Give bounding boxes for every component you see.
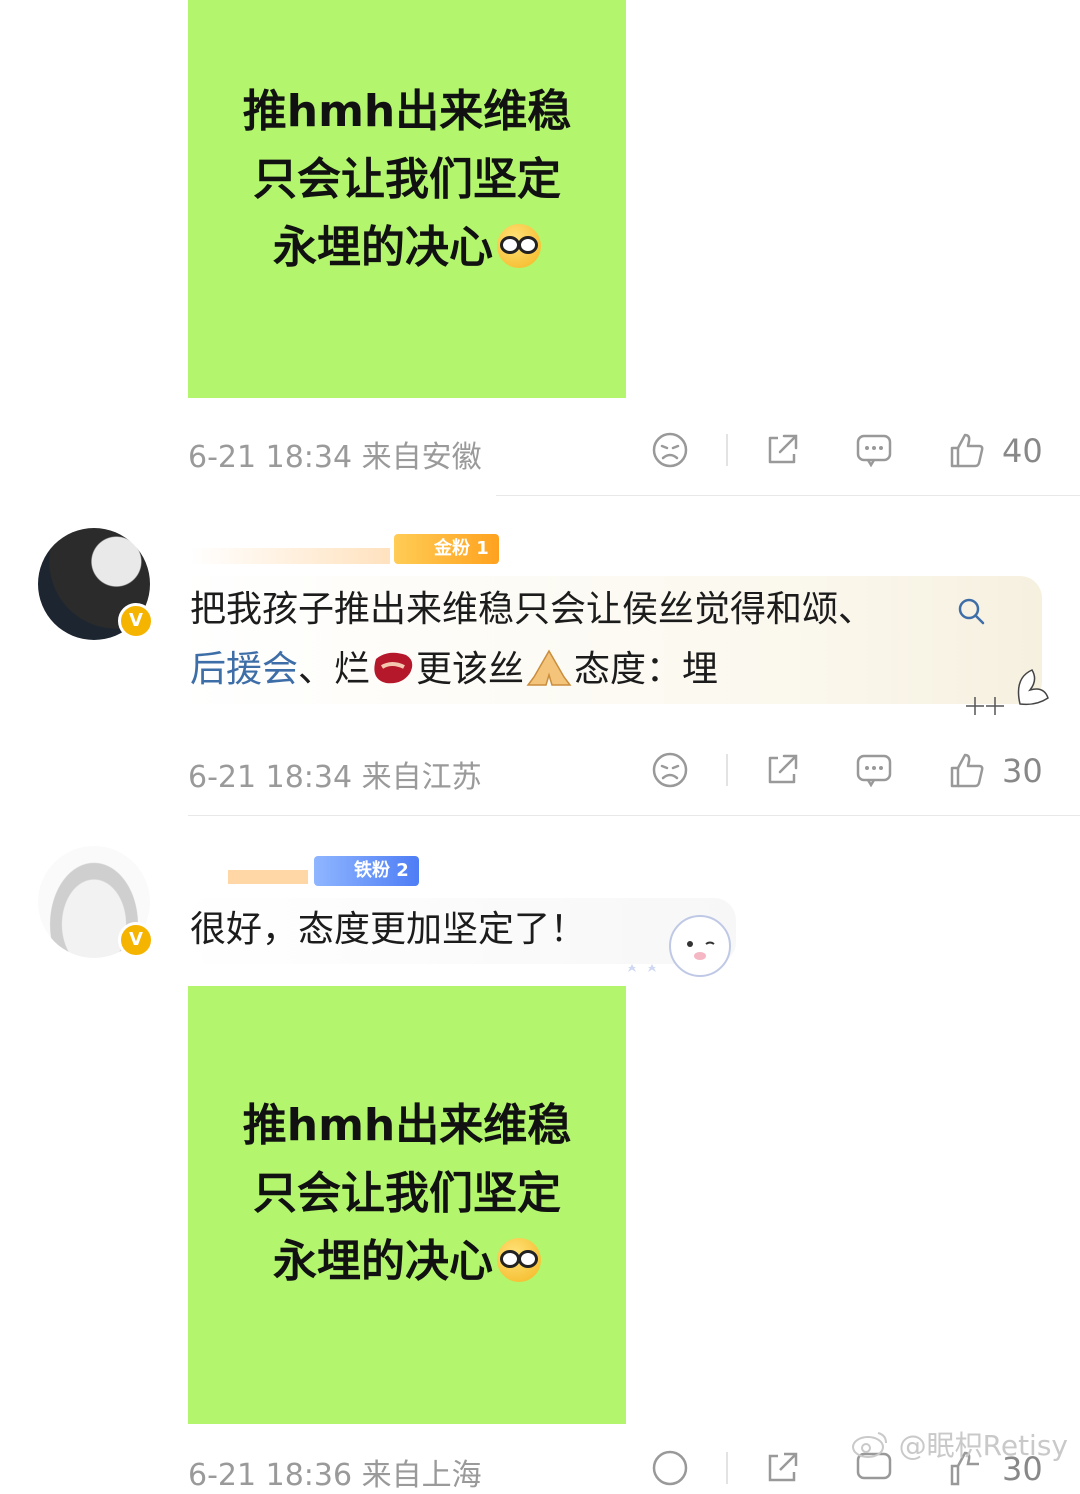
like-thumb-icon[interactable]: [946, 430, 986, 470]
weibo-watermark: @眠枳Retisy: [850, 1424, 1068, 1464]
fan-level-badge: 铁粉 2: [314, 856, 419, 886]
comment-icon[interactable]: [854, 750, 894, 790]
dislike-face-icon[interactable]: [650, 430, 690, 470]
comment-text: 把我孩子推出来维稳只会让侯丝觉得和颂、: [190, 589, 875, 630]
search-icon[interactable]: [956, 596, 986, 626]
comment-icon[interactable]: [854, 430, 894, 470]
verified-badge-icon: V: [118, 603, 154, 639]
username-partial[interactable]: [228, 870, 308, 884]
comment-bubble: 把我孩子推出来维稳只会让侯丝觉得和颂、 后援会、烂 更该丝 态度：埋: [176, 576, 1042, 704]
nerd-face-emoji-icon: [497, 224, 541, 268]
verified-badge-icon: V: [118, 922, 154, 958]
username-partial[interactable]: [190, 548, 390, 564]
post-image[interactable]: 推hmh出来维稳 只会让我们坚定 永埋的决心: [188, 0, 626, 398]
comment-meta-row: 6-21 18:34 来自江苏 30: [188, 750, 1048, 795]
fan-badge-label: 金粉 1: [434, 538, 489, 559]
timestamp-location: 6-21 18:36 来自上海: [188, 1458, 482, 1493]
weibo-logo-icon: [851, 1432, 887, 1458]
dislike-face-icon[interactable]: [650, 1448, 690, 1488]
pray-hands-emoji-icon: [526, 649, 572, 686]
divider: [188, 815, 1080, 816]
image-line: 永埋的决心: [273, 222, 493, 273]
comment-text: 、烂: [298, 649, 371, 690]
fan-level-badge: 金粉 1: [394, 534, 499, 564]
dislike-face-icon[interactable]: [650, 750, 690, 790]
share-icon[interactable]: [762, 750, 802, 790]
timestamp-location: 6-21 18:34 来自江苏: [188, 760, 482, 795]
steak-emoji-icon: [374, 652, 413, 684]
watermark-text: @眠枳Retisy: [898, 1429, 1068, 1462]
image-line: 只会让我们坚定: [253, 154, 561, 205]
timestamp-location: 6-21 18:34 来自安徽: [188, 440, 482, 475]
comment-image[interactable]: 推hmh出来维稳 只会让我们坚定 永埋的决心: [188, 986, 626, 1424]
comment-text: 更该丝: [416, 649, 525, 690]
supergroup-link[interactable]: 后援会: [190, 649, 298, 690]
image-line: 推hmh出来维稳: [242, 1100, 572, 1151]
image-line: 推hmh出来维稳: [242, 86, 572, 137]
like-count: 30: [1002, 752, 1043, 790]
fan-badge-label: 铁粉 2: [354, 860, 409, 881]
image-line: 只会让我们坚定: [253, 1168, 561, 1219]
image-line: 永埋的决心: [273, 1236, 493, 1287]
share-icon[interactable]: [762, 1448, 802, 1488]
comment-text: 很好，态度更加坚定了！: [190, 909, 587, 950]
butterfly-sparkle-decoration-icon: [966, 669, 1049, 715]
cute-bunny-sticker-icon: [628, 915, 731, 977]
separator: [726, 754, 728, 786]
comment-text: 态度：埋: [574, 649, 719, 690]
divider: [496, 495, 1080, 496]
comment-meta-row: 6-21 18:34 来自安徽 40: [188, 430, 1048, 475]
share-icon[interactable]: [762, 430, 802, 470]
like-thumb-icon[interactable]: [946, 750, 986, 790]
separator: [726, 1452, 728, 1484]
separator: [726, 434, 728, 466]
like-count: 40: [1002, 432, 1043, 470]
nerd-face-emoji-icon: [497, 1238, 541, 1282]
